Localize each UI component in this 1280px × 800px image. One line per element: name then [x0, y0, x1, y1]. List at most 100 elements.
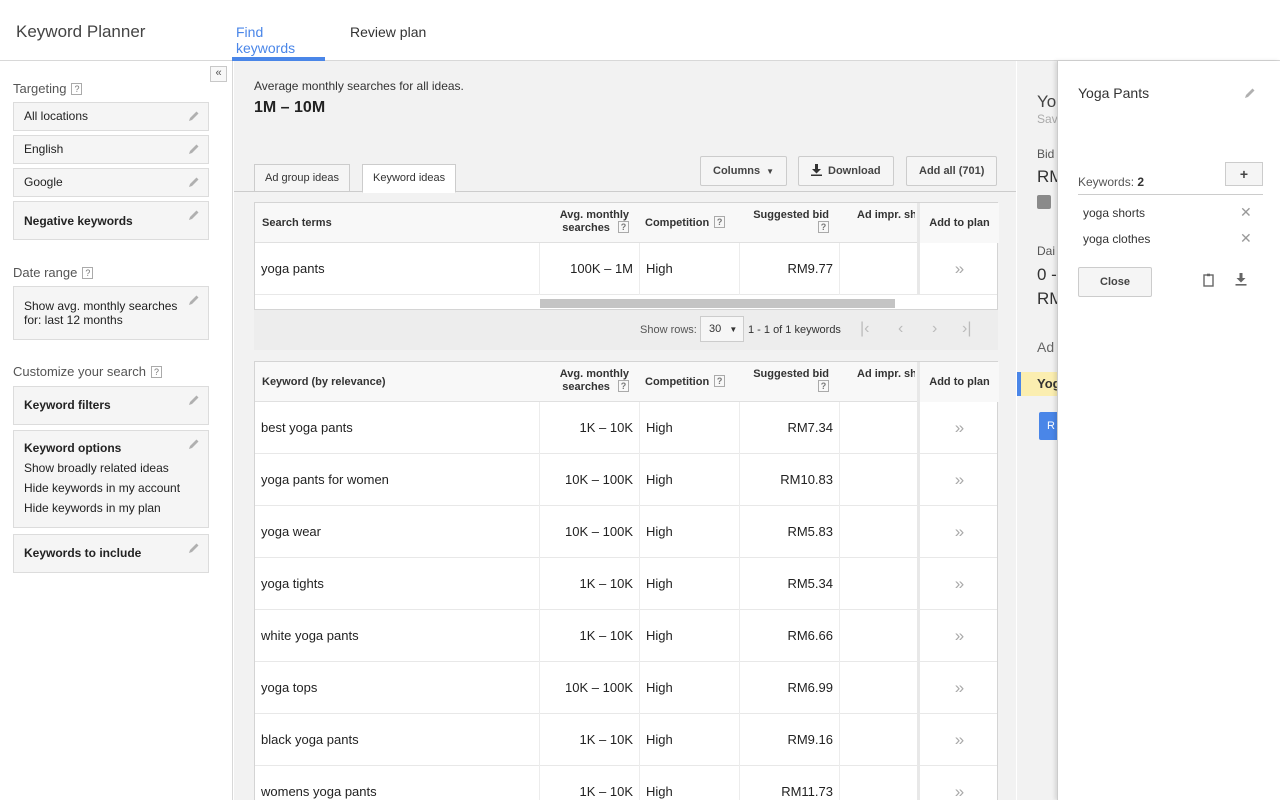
column-header[interactable]: Ad impr. sh	[857, 203, 915, 243]
tab-review-plan[interactable]: Review plan	[350, 24, 426, 61]
column-header[interactable]: Competition?	[645, 203, 726, 243]
add-to-plan-icon[interactable]: »	[917, 610, 999, 662]
first-page-icon[interactable]: |‹	[860, 320, 869, 338]
columns-button[interactable]: Columns ▼	[700, 156, 788, 186]
column-header[interactable]: Avg. monthly searches ?	[539, 209, 635, 234]
table-row: womens yoga pants 1K – 10K High RM11.73 …	[255, 766, 997, 800]
add-to-plan-icon[interactable]: »	[917, 766, 999, 800]
keyword-filters[interactable]: Keyword filters	[13, 386, 209, 425]
column-header[interactable]: Suggested bid?	[739, 209, 835, 234]
download-button[interactable]: Download	[798, 156, 894, 186]
targeting-language-label: English	[24, 142, 64, 156]
avg-searches-value: 1M – 10M	[254, 99, 326, 116]
targeting-network[interactable]: Google	[13, 168, 209, 197]
keyword-options[interactable]: Keyword options Show broadly related ide…	[13, 430, 209, 528]
prev-page-icon[interactable]: ‹	[898, 320, 903, 338]
help-icon[interactable]: ?	[618, 221, 629, 233]
close-button[interactable]: Close	[1078, 267, 1152, 297]
table-row: yoga pants 100K – 1M High RM9.77 »	[255, 243, 997, 295]
date-range-label-text: Date range	[13, 265, 78, 280]
add-to-plan-icon[interactable]: »	[917, 454, 999, 506]
daily-value: 0 -	[1037, 265, 1057, 284]
competition-cell: High	[639, 454, 739, 506]
avg-cell: 100K – 1M	[539, 243, 639, 295]
keyword-option-item: Show broadly related ideas	[24, 461, 169, 475]
pencil-icon[interactable]	[188, 294, 200, 306]
help-icon[interactable]: ?	[818, 221, 829, 233]
help-icon[interactable]: ?	[618, 380, 629, 392]
collapse-sidebar-icon[interactable]: «	[210, 66, 227, 82]
plan-keyword-item: yoga clothes	[1083, 232, 1151, 246]
add-to-plan-icon[interactable]: »	[917, 558, 999, 610]
bid-cell: RM5.34	[739, 558, 839, 610]
tab-ad-group-ideas[interactable]: Ad group ideas	[254, 164, 350, 192]
customize-label: Customize your search?	[13, 364, 162, 379]
daily-label: Dai	[1037, 244, 1056, 258]
column-header[interactable]: Keyword (by relevance)	[262, 362, 386, 402]
targeting-label: Targeting?	[13, 81, 83, 96]
pencil-icon[interactable]	[188, 176, 200, 188]
help-icon[interactable]: ?	[818, 380, 829, 392]
pencil-icon[interactable]	[188, 110, 200, 122]
divider	[1078, 194, 1263, 195]
help-icon[interactable]: ?	[71, 83, 83, 95]
keyword-cell: black yoga pants	[261, 732, 359, 747]
help-icon[interactable]: ?	[714, 375, 726, 387]
column-header[interactable]: Ad impr. sh	[857, 362, 915, 402]
add-keyword-button[interactable]: +	[1225, 162, 1263, 186]
horizontal-scrollbar[interactable]	[540, 299, 895, 308]
add-to-plan-icon[interactable]: »	[917, 402, 999, 454]
close-icon[interactable]: ✕	[1240, 230, 1252, 247]
add-to-plan-icon[interactable]: »	[917, 714, 999, 766]
date-range-box[interactable]: Show avg. monthly searches for: last 12 …	[13, 286, 209, 340]
targeting-language[interactable]: English	[13, 135, 209, 164]
keywords-to-include[interactable]: Keywords to include	[13, 534, 209, 573]
add-to-plan-icon[interactable]: »	[917, 506, 999, 558]
rows-per-page-select[interactable]: 30 ▼	[700, 316, 744, 342]
last-page-icon[interactable]: ›|	[962, 320, 971, 338]
help-icon[interactable]: ?	[714, 216, 726, 228]
date-range-text: Show avg. monthly searches for: last 12 …	[24, 299, 178, 327]
pencil-icon[interactable]	[188, 542, 200, 554]
download-button-label: Download	[828, 165, 881, 177]
next-page-icon[interactable]: ›	[932, 320, 937, 338]
review-button[interactable]: R	[1039, 412, 1057, 440]
download-icon[interactable]	[1235, 273, 1247, 286]
keyword-cell: yoga pants for women	[261, 472, 389, 487]
pencil-icon[interactable]	[1244, 87, 1256, 99]
column-header[interactable]: Competition?	[645, 362, 726, 402]
row-count: 1 - 1 of 1 keywords	[748, 324, 841, 336]
targeting-network-label: Google	[24, 175, 63, 189]
avg-cell: 10K – 100K	[539, 506, 639, 558]
tab-find-keywords[interactable]: Find keywords	[232, 24, 325, 61]
copy-icon[interactable]	[1202, 273, 1215, 287]
negative-keywords[interactable]: Negative keywords	[13, 201, 209, 240]
targeting-location[interactable]: All locations	[13, 102, 209, 131]
table-row: black yoga pants 1K – 10K High RM9.16 »	[255, 714, 997, 766]
column-header[interactable]: Search terms	[262, 203, 332, 243]
impr-cell	[839, 243, 917, 295]
help-icon[interactable]: ?	[82, 267, 94, 279]
pencil-icon[interactable]	[188, 394, 200, 406]
add-all-button[interactable]: Add all (701)	[906, 156, 998, 186]
targeting-location-label: All locations	[24, 109, 89, 123]
keyword-option-item: Hide keywords in my plan	[24, 501, 161, 515]
pencil-icon[interactable]	[188, 143, 200, 155]
help-icon[interactable]: ?	[150, 366, 162, 378]
avg-cell: 1K – 10K	[539, 610, 639, 662]
bid-cell: RM5.83	[739, 506, 839, 558]
close-icon[interactable]: ✕	[1240, 204, 1252, 221]
add-to-plan-icon[interactable]: »	[917, 662, 999, 714]
keywords-count-label: Keywords: 2	[1078, 175, 1144, 189]
rows-per-page-value: 30	[709, 323, 722, 335]
slider-handle[interactable]	[1037, 195, 1051, 209]
add-to-plan-icon[interactable]: »	[917, 243, 999, 295]
bid-cell: RM7.34	[739, 402, 839, 454]
column-header[interactable]: Suggested bid?	[739, 368, 835, 393]
pencil-icon[interactable]	[188, 438, 200, 450]
column-header[interactable]: Avg. monthly searches ?	[539, 368, 635, 393]
tab-keyword-ideas[interactable]: Keyword ideas	[362, 164, 457, 193]
ad-group-row-highlighted[interactable]: Yog	[1017, 372, 1057, 396]
pencil-icon[interactable]	[188, 209, 200, 221]
table-row: yoga pants for women 10K – 100K High RM1…	[255, 454, 997, 506]
